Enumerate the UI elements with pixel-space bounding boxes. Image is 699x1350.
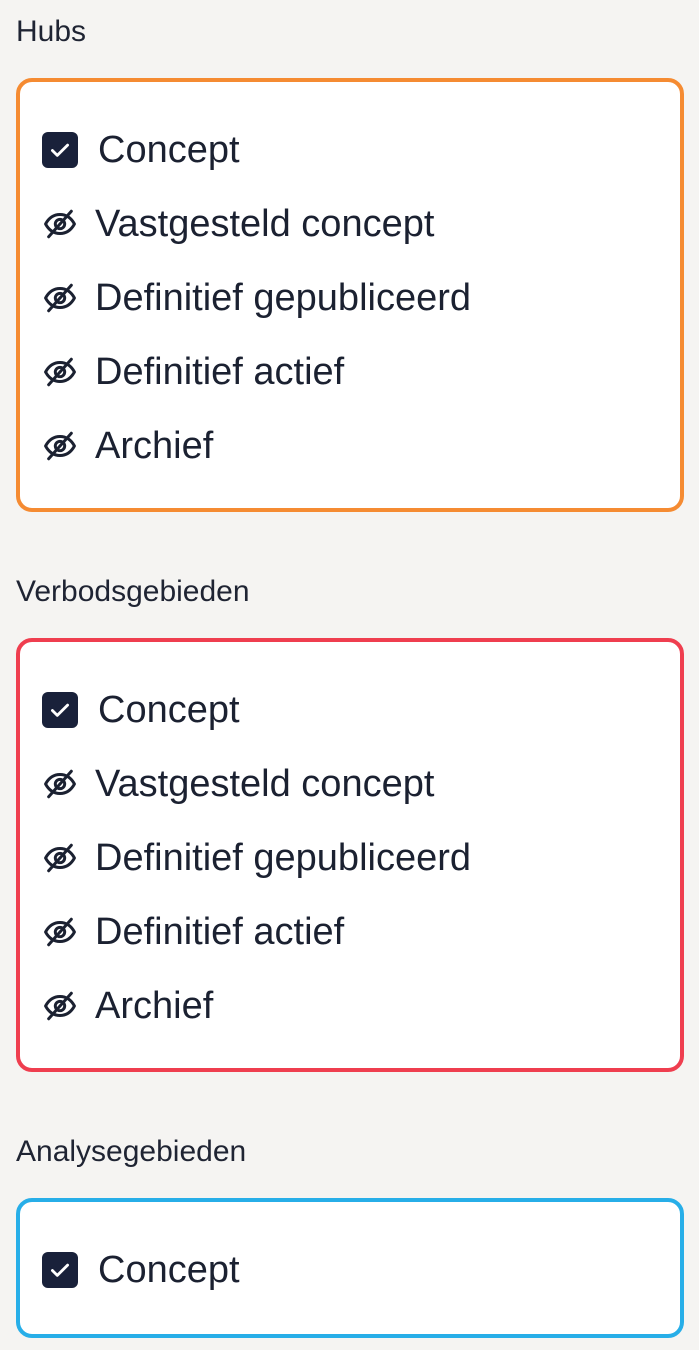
filter-item-concept[interactable]: Concept bbox=[42, 1250, 240, 1290]
filter-item-label: Concept bbox=[98, 1249, 240, 1291]
check-icon bbox=[51, 703, 69, 717]
filter-item-concept[interactable]: Concept bbox=[42, 690, 240, 730]
filter-item-label: Definitief gepubliceerd bbox=[95, 277, 472, 319]
filter-item-label: Definitief gepubliceerd bbox=[95, 837, 472, 879]
checkbox-checked[interactable] bbox=[42, 692, 78, 728]
filter-item-definitief-actief[interactable]: Definitief actief bbox=[42, 352, 344, 392]
filter-item-archief[interactable]: Archief bbox=[42, 986, 213, 1026]
filter-item-definitief-actief[interactable]: Definitief actief bbox=[42, 912, 344, 952]
eye-off-icon[interactable] bbox=[42, 766, 78, 802]
filter-item-label: Vastgesteld concept bbox=[95, 203, 435, 245]
status-filter-box-analysegebieden: Concept bbox=[16, 1198, 684, 1338]
filter-item-label: Concept bbox=[98, 689, 240, 731]
filter-item-label: Archief bbox=[95, 985, 214, 1027]
status-filter-box-hubs: Concept Vastgesteld concept Definitief g… bbox=[16, 78, 684, 512]
status-filter-box-verbodsgebieden: Concept Vastgesteld concept Definitief g… bbox=[16, 638, 684, 1072]
filter-item-definitief-gepubliceerd[interactable]: Definitief gepubliceerd bbox=[42, 838, 471, 878]
filter-item-label: Definitief actief bbox=[95, 351, 345, 393]
eye-off-icon[interactable] bbox=[42, 988, 78, 1024]
filter-item-label: Archief bbox=[95, 425, 214, 467]
eye-off-icon[interactable] bbox=[42, 206, 78, 242]
filter-item-label: Definitief actief bbox=[95, 911, 345, 953]
section-title-analysegebieden: Analysegebieden bbox=[16, 1135, 247, 1168]
section-title-hubs: Hubs bbox=[16, 15, 87, 48]
filter-item-label: Concept bbox=[98, 129, 240, 171]
filter-item-vastgesteld-concept[interactable]: Vastgesteld concept bbox=[42, 204, 434, 244]
check-icon bbox=[51, 143, 69, 157]
eye-off-icon[interactable] bbox=[42, 354, 78, 390]
filter-item-concept[interactable]: Concept bbox=[42, 130, 240, 170]
filter-item-vastgesteld-concept[interactable]: Vastgesteld concept bbox=[42, 764, 434, 804]
check-icon bbox=[51, 1263, 69, 1277]
eye-off-icon[interactable] bbox=[42, 280, 78, 316]
filter-item-archief[interactable]: Archief bbox=[42, 426, 213, 466]
filter-item-definitief-gepubliceerd[interactable]: Definitief gepubliceerd bbox=[42, 278, 471, 318]
eye-off-icon[interactable] bbox=[42, 428, 78, 464]
eye-off-icon[interactable] bbox=[42, 914, 78, 950]
filter-item-label: Vastgesteld concept bbox=[95, 763, 435, 805]
section-title-verbodsgebieden: Verbodsgebieden bbox=[16, 575, 250, 608]
eye-off-icon[interactable] bbox=[42, 840, 78, 876]
checkbox-checked[interactable] bbox=[42, 1252, 78, 1288]
checkbox-checked[interactable] bbox=[42, 132, 78, 168]
